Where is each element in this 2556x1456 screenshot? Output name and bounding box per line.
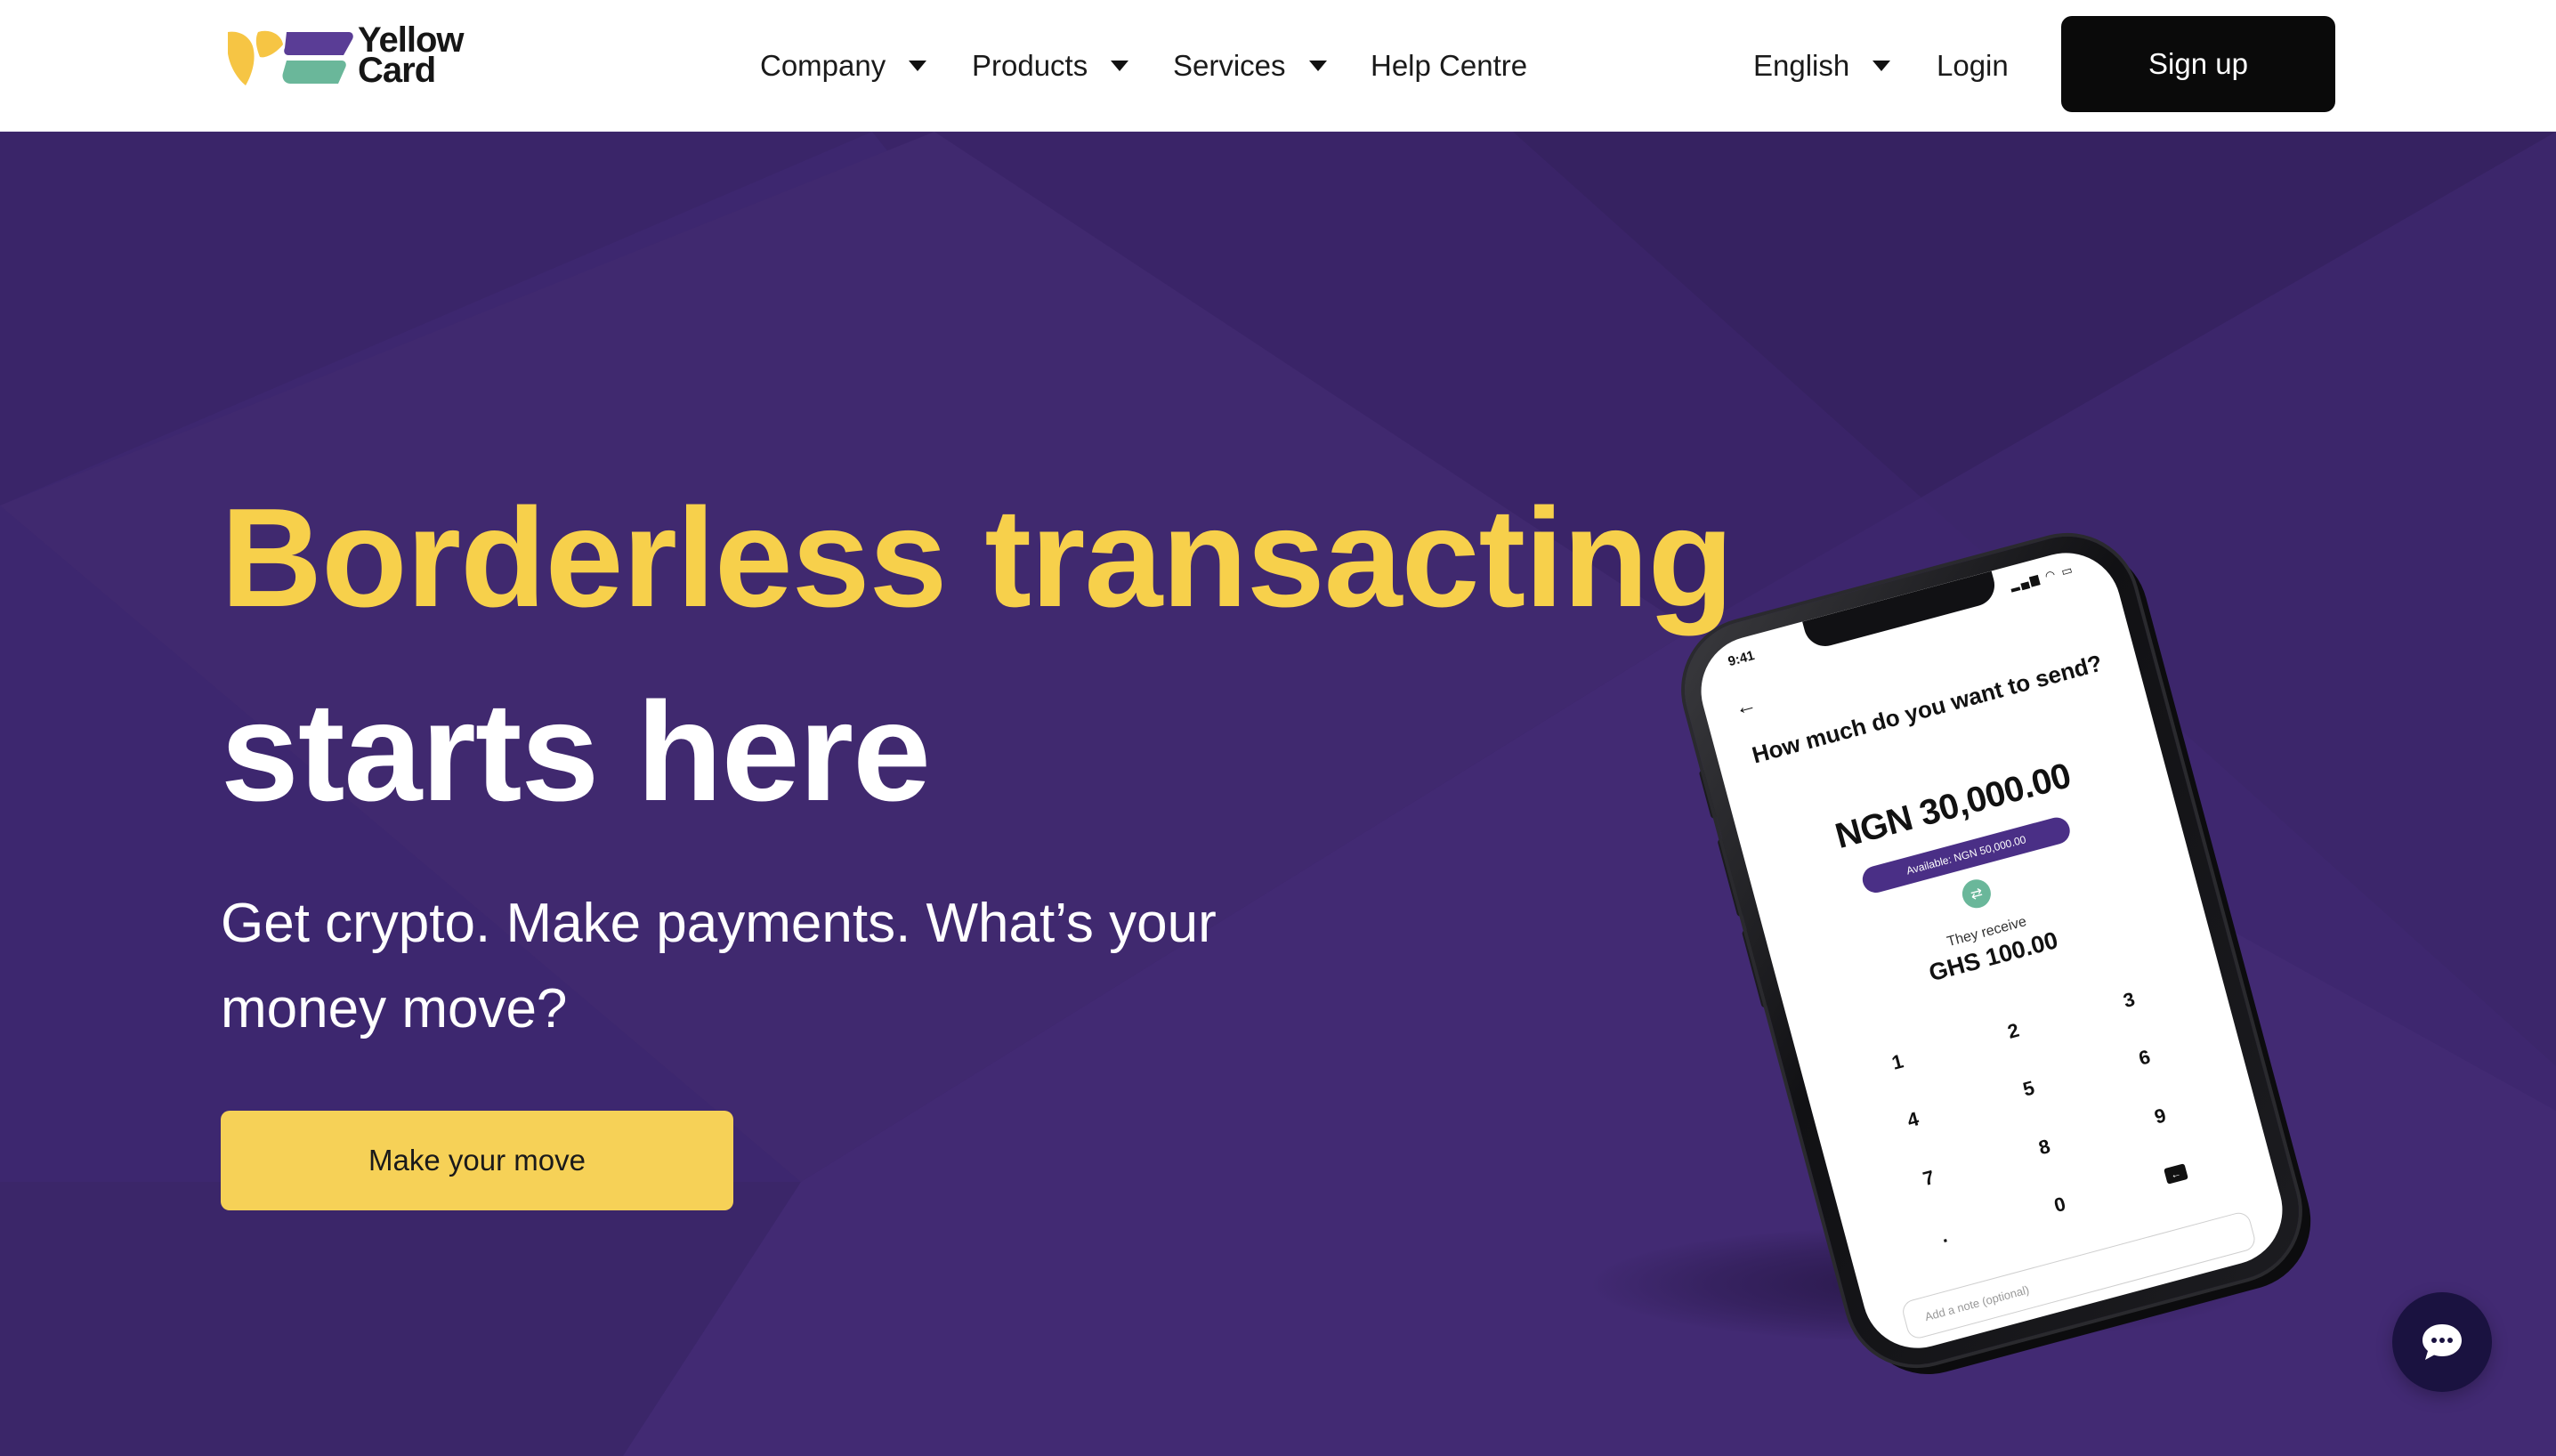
login-label: Login xyxy=(1937,49,2009,82)
chat-button[interactable] xyxy=(2392,1292,2492,1392)
nav-products[interactable]: Products xyxy=(972,0,1129,132)
swap-icon: ⇄ xyxy=(1959,876,1994,911)
nav-company[interactable]: Company xyxy=(760,0,927,132)
caret-down-icon xyxy=(909,61,927,71)
status-time: 9:41 xyxy=(1726,648,1757,670)
nav-help-centre[interactable]: Help Centre xyxy=(1371,0,1527,132)
nav-help-centre-label: Help Centre xyxy=(1371,49,1528,82)
chat-bubble-icon xyxy=(2423,1324,2462,1360)
nav-services-label: Services xyxy=(1173,49,1286,82)
login-link[interactable]: Login xyxy=(1937,0,2009,132)
language-selector[interactable]: English xyxy=(1753,0,1891,132)
hero-headline: Borderless transacting starts here xyxy=(221,461,1734,849)
hero-subtitle: Get crypto. Make payments. What’s your m… xyxy=(221,893,1217,1039)
backspace-icon: ← xyxy=(2163,1163,2188,1185)
headline-line-2: starts here xyxy=(221,674,931,830)
send-question: How much do you want to send? xyxy=(1749,649,2106,769)
logo-text: Yellow Card xyxy=(358,20,464,90)
language-label: English xyxy=(1753,49,1850,82)
logo-mark-icon xyxy=(228,30,353,85)
nav-products-label: Products xyxy=(972,49,1088,82)
site-header: Yellow Card Company Products Services He… xyxy=(0,0,2556,132)
arrow-left-icon: ← xyxy=(1732,692,1759,721)
nav-company-label: Company xyxy=(760,49,886,82)
nav-services[interactable]: Services xyxy=(1173,0,1327,132)
signup-button[interactable]: Sign up xyxy=(2061,16,2335,112)
caret-down-icon xyxy=(1111,61,1129,71)
caret-down-icon xyxy=(1873,61,1891,71)
signal-wifi-battery-icon: ▂▄▆ ◠ ▭ xyxy=(2008,562,2076,593)
caret-down-icon xyxy=(1308,61,1327,71)
make-your-move-button[interactable]: Make your move xyxy=(221,1111,733,1210)
logo[interactable]: Yellow Card xyxy=(226,20,484,94)
hero-section: Borderless transacting starts here Get c… xyxy=(0,132,2556,1456)
headline-line-1: Borderless transacting xyxy=(221,480,1734,636)
